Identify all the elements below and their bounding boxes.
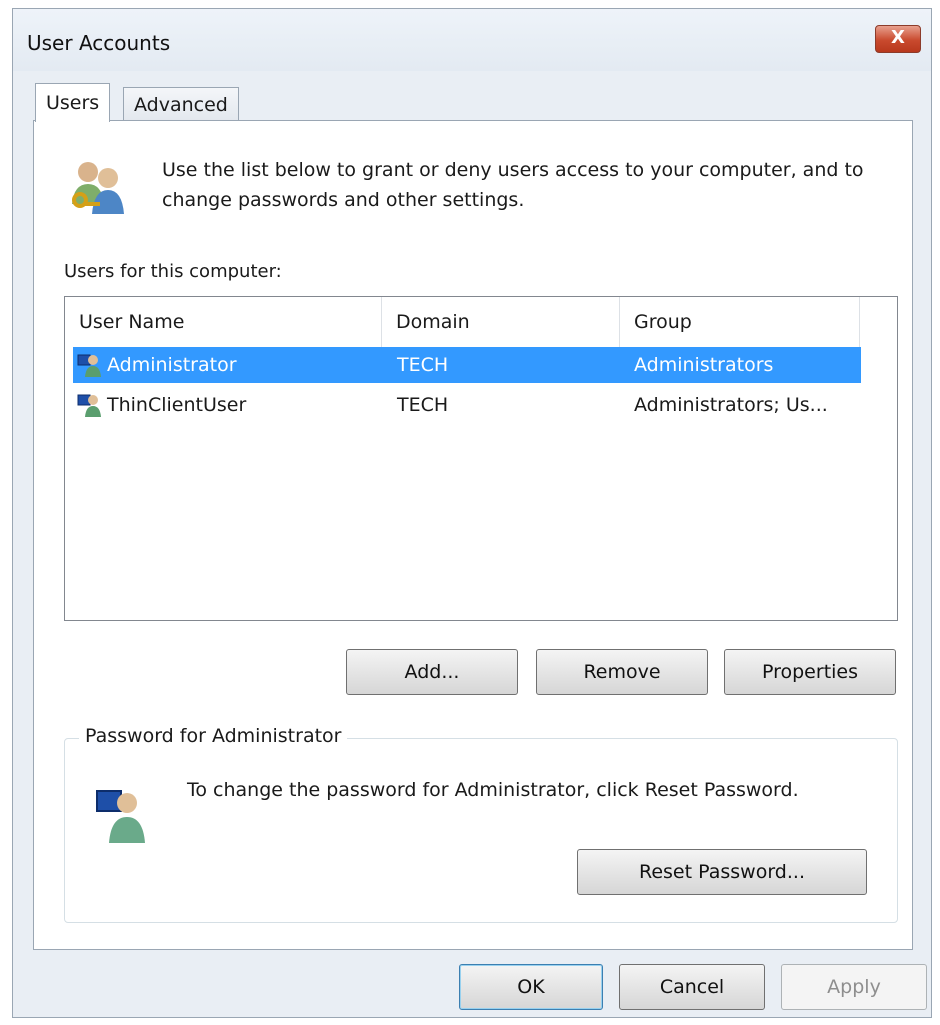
user-accounts-dialog: User Accounts X Users Advanced Use the l… bbox=[12, 8, 932, 1018]
apply-button[interactable]: Apply bbox=[781, 964, 927, 1010]
tab-users[interactable]: Users bbox=[35, 83, 111, 122]
domain-cell: TECH bbox=[397, 394, 449, 416]
properties-button[interactable]: Properties bbox=[724, 649, 896, 695]
group-cell: Administrators; Us... bbox=[634, 394, 828, 416]
users-key-icon bbox=[66, 156, 130, 224]
tab-advanced[interactable]: Advanced bbox=[123, 87, 239, 121]
window-title: User Accounts bbox=[27, 31, 171, 55]
password-groupbox-legend: Password for Administrator bbox=[79, 725, 348, 747]
user-icon bbox=[93, 785, 153, 849]
column-user-name[interactable]: User Name bbox=[65, 297, 382, 347]
domain-cell: TECH bbox=[397, 354, 449, 376]
add-button[interactable]: Add... bbox=[346, 649, 518, 695]
user-icon bbox=[77, 353, 103, 382]
list-header: User Name Domain Group bbox=[65, 297, 897, 347]
reset-password-button[interactable]: Reset Password... bbox=[577, 849, 867, 895]
user-name-cell: Administrator bbox=[107, 354, 237, 376]
table-row[interactable]: Administrator TECH Administrators bbox=[73, 347, 861, 383]
column-domain[interactable]: Domain bbox=[382, 297, 620, 347]
users-tab-panel: Use the list below to grant or deny user… bbox=[33, 120, 913, 950]
remove-button[interactable]: Remove bbox=[536, 649, 708, 695]
password-groupbox: Password for Administrator To change the… bbox=[64, 725, 898, 923]
table-row[interactable]: ThinClientUser TECH Administrators; Us..… bbox=[73, 387, 861, 423]
ok-button[interactable]: OK bbox=[459, 964, 603, 1010]
user-icon bbox=[77, 393, 103, 422]
column-group[interactable]: Group bbox=[620, 297, 860, 347]
user-name-cell: ThinClientUser bbox=[107, 394, 247, 416]
users-list-label: Users for this computer: bbox=[64, 261, 282, 282]
group-cell: Administrators bbox=[634, 354, 774, 376]
cancel-button[interactable]: Cancel bbox=[619, 964, 765, 1010]
intro-text: Use the list below to grant or deny user… bbox=[162, 159, 864, 211]
reset-password-hint: To change the password for Administrator… bbox=[187, 779, 799, 801]
users-list[interactable]: User Name Domain Group Administrator TEC… bbox=[64, 296, 898, 621]
close-button[interactable]: X bbox=[875, 25, 921, 53]
title-bar[interactable]: User Accounts X bbox=[13, 9, 931, 71]
